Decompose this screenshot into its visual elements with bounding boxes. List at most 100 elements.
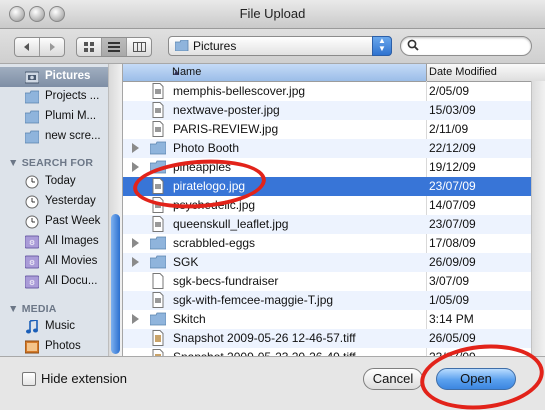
- file-name: Snapshot 2009-05-26 12-46-57.tiff: [173, 331, 356, 345]
- sidebar-item-today[interactable]: Today: [0, 172, 108, 192]
- disclosure-triangle-icon[interactable]: [132, 238, 139, 248]
- file-name: piratelogo.jpg: [173, 179, 246, 193]
- list-scrollbar[interactable]: [531, 81, 545, 356]
- folder-icon: [175, 40, 189, 51]
- file-row[interactable]: Snapshot 2009-05-26 12-46-57.tiff 26/05/0…: [123, 329, 545, 348]
- disclosure-triangle-icon[interactable]: [132, 314, 139, 324]
- file-row[interactable]: Skitch 3:14 PM: [123, 310, 545, 329]
- file-name: nextwave-poster.jpg: [173, 103, 280, 117]
- sidebar-item-all-movies[interactable]: ⚙ All Movies: [0, 252, 108, 272]
- disclosure-triangle-icon[interactable]: [132, 257, 139, 267]
- file-row[interactable]: memphis-bellescover.jpg 2/05/09: [123, 82, 545, 101]
- sidebar-item-new-screen[interactable]: new scre...: [0, 127, 108, 147]
- file-date: 26/09/09: [429, 255, 476, 269]
- sidebar-item-label: Photos: [45, 340, 81, 352]
- file-date: 2/11/09: [429, 122, 469, 136]
- icon-view-icon: [83, 42, 94, 52]
- file-upload-dialog: File Upload Pictures ▲ ▼ Pictures Projec…: [0, 0, 545, 410]
- smart-folder-icon: ⚙: [25, 235, 39, 249]
- back-arrow-icon: [24, 43, 29, 51]
- back-button[interactable]: [15, 38, 40, 56]
- jpg-file-icon: [150, 197, 166, 213]
- name-column-header[interactable]: Name ▲: [123, 64, 427, 81]
- pictures-folder-icon: [25, 71, 39, 84]
- file-name: queenskull_leaflet.jpg: [173, 217, 289, 231]
- jpg-file-icon: [150, 83, 166, 99]
- file-row[interactable]: PARIS-REVIEW.jpg 2/11/09: [123, 120, 545, 139]
- disclosure-triangle-icon[interactable]: [132, 162, 139, 172]
- hide-extension-label: Hide extension: [41, 371, 127, 386]
- file-date: 3/07/09: [429, 274, 470, 288]
- folder-icon: [149, 159, 167, 175]
- forward-button[interactable]: [40, 38, 64, 56]
- sidebar-item-past-week[interactable]: Past Week: [0, 212, 108, 232]
- bottom-bar: Hide extension Cancel Open: [0, 356, 545, 410]
- sidebar-scroll-thumb[interactable]: [111, 214, 120, 354]
- music-note-icon: [26, 320, 38, 334]
- list-header: Name ▲ Date Modified: [123, 64, 545, 82]
- file-row[interactable]: piratelogo.jpg 23/07/09: [123, 177, 545, 196]
- open-button[interactable]: Open: [436, 368, 516, 390]
- jpg-file-icon: [150, 292, 166, 308]
- sidebar-item-all-documents[interactable]: ⚙ All Docu...: [0, 272, 108, 292]
- sidebar-item-label: Past Week: [45, 215, 101, 227]
- sidebar-item-photos[interactable]: Photos: [0, 337, 108, 356]
- file-row[interactable]: SGK 26/09/09: [123, 253, 545, 272]
- sidebar-item-music[interactable]: Music: [0, 317, 108, 337]
- photos-icon: [25, 340, 39, 354]
- search-input[interactable]: [423, 38, 527, 54]
- sidebar-item-projects[interactable]: Projects ...: [0, 87, 108, 107]
- jpg-file-icon: [150, 178, 166, 194]
- file-name: Skitch: [173, 312, 206, 326]
- location-popup[interactable]: Pictures ▲ ▼: [168, 36, 392, 56]
- file-date: 23/07/09: [429, 217, 476, 231]
- file-row[interactable]: scrabbled-eggs 17/08/09: [123, 234, 545, 253]
- date-column-header[interactable]: Date Modified: [429, 66, 497, 78]
- media-heading: ▼ MEDIA: [8, 303, 57, 315]
- svg-text:⚙: ⚙: [29, 279, 35, 287]
- file-date: 15/03/09: [429, 103, 476, 117]
- file-date: 19/12/09: [429, 160, 476, 174]
- list-view-button[interactable]: [102, 38, 127, 56]
- sidebar: Pictures Projects ... Plumi M... new scr…: [0, 64, 123, 356]
- sidebar-scrollbar[interactable]: [108, 64, 122, 356]
- file-row[interactable]: sgk-becs-fundraiser 3/07/09: [123, 272, 545, 291]
- sidebar-item-label: Today: [45, 175, 76, 187]
- tiff-file-icon: [150, 349, 166, 356]
- sidebar-item-label: Pictures: [45, 70, 91, 82]
- file-row[interactable]: nextwave-poster.jpg 15/03/09: [123, 101, 545, 120]
- file-date: 26/05/09: [429, 331, 476, 345]
- folder-icon: [149, 140, 167, 156]
- clock-icon: [25, 215, 39, 229]
- file-name: psychedelic.jpg: [173, 198, 256, 212]
- file-row[interactable]: psychedelic.jpg 14/07/09: [123, 196, 545, 215]
- file-name: memphis-bellescover.jpg: [173, 84, 306, 98]
- file-row[interactable]: Photo Booth 22/12/09: [123, 139, 545, 158]
- folder-icon: [25, 110, 39, 124]
- folder-icon: [25, 130, 39, 144]
- file-row[interactable]: queenskull_leaflet.jpg 23/07/09: [123, 215, 545, 234]
- smart-folder-icon: ⚙: [25, 255, 39, 269]
- icon-view-button[interactable]: [77, 38, 102, 56]
- sidebar-item-all-images[interactable]: ⚙ All Images: [0, 232, 108, 252]
- sidebar-item-plumi[interactable]: Plumi M...: [0, 107, 108, 127]
- forward-arrow-icon: [50, 43, 55, 51]
- file-name: Photo Booth: [173, 141, 240, 155]
- smart-folder-icon: ⚙: [25, 275, 39, 289]
- sidebar-item-yesterday[interactable]: Yesterday: [0, 192, 108, 212]
- hide-extension-checkbox[interactable]: [22, 372, 36, 386]
- file-date: 22/12/09: [429, 141, 476, 155]
- search-for-label: SEARCH FOR: [21, 157, 94, 169]
- file-row[interactable]: sgk-with-femcee-maggie-T.jpg 1/05/09: [123, 291, 545, 310]
- sidebar-item-label: Yesterday: [45, 195, 96, 207]
- sidebar-item-label: Plumi M...: [45, 110, 97, 122]
- cancel-button[interactable]: Cancel: [363, 368, 423, 390]
- column-view-button[interactable]: [127, 38, 151, 56]
- disclosure-triangle-icon[interactable]: [132, 143, 139, 153]
- sidebar-item-pictures[interactable]: Pictures: [0, 67, 108, 87]
- search-field[interactable]: [400, 36, 532, 56]
- file-name: sgk-becs-fundraiser: [173, 274, 279, 288]
- media-label: MEDIA: [21, 303, 57, 315]
- file-row[interactable]: pineapples 19/12/09: [123, 158, 545, 177]
- file-row[interactable]: Snapshot 2009-05-23 20-26-49.tiff23/07/0…: [123, 348, 545, 356]
